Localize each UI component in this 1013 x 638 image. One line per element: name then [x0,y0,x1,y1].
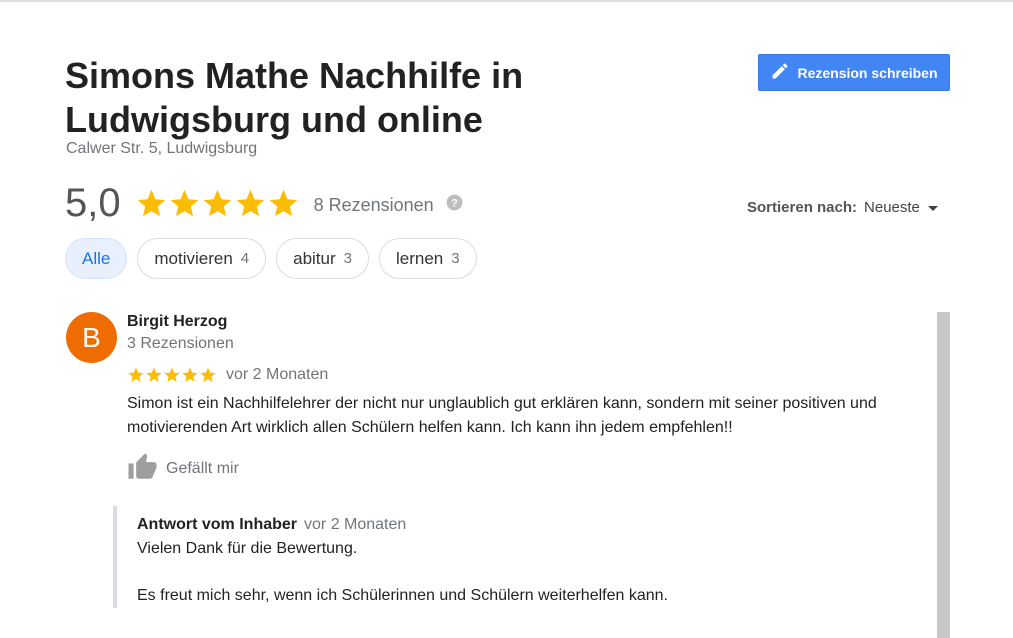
svg-text:?: ? [451,197,458,209]
avatar[interactable]: B [66,312,117,363]
filter-chips: Alle motivieren 4 abitur 3 lernen 3 [65,238,477,279]
sort-dropdown[interactable]: Neueste [864,199,920,216]
filter-chip-abitur[interactable]: abitur 3 [276,238,369,279]
chip-label: lernen [396,248,444,268]
review-count[interactable]: 8 Rezensionen [314,195,434,216]
owner-reply-time: vor 2 Monaten [304,516,407,533]
reviewer-name[interactable]: Birgit Herzog [127,313,227,331]
chip-count: 4 [240,250,250,267]
filter-chip-motivieren[interactable]: motivieren 4 [137,238,267,279]
owner-reply-text: Es freut mich sehr, wenn ich Schülerinne… [137,587,668,604]
star-icon [203,189,231,216]
star-icon [170,189,198,216]
star-icon [236,189,264,216]
top-divider [0,0,1013,2]
write-review-label: Rezension schreiben [797,64,938,81]
star-icon [137,189,165,216]
chip-label: motivieren [154,248,233,268]
chip-count: 3 [451,250,460,267]
owner-reply: Antwort vom Inhaber vor 2 Monaten Vielen… [113,506,913,608]
chip-label: Alle [82,248,111,268]
star-icon [164,367,180,382]
rating-summary: 5,0 8 Rezensionen ? [65,180,464,226]
caret-down-icon[interactable] [927,206,938,211]
filter-chip-lernen[interactable]: lernen 3 [379,238,477,279]
owner-reply-title: Antwort vom Inhaber [137,516,298,533]
filter-chip-alle[interactable]: Alle [65,238,128,279]
pencil-icon [770,61,790,84]
business-address: Calwer Str. 5, Ludwigsburg [66,140,258,157]
star-icon [200,367,216,382]
scrollbar[interactable] [937,312,950,638]
chip-label: abitur [293,248,336,268]
review-text: Simon ist ein Nachhilfelehrer der nicht … [127,395,877,436]
business-title: Simons Mathe Nachhilfe in Ludwigsburg un… [65,55,524,140]
chip-count: 3 [343,250,352,267]
review-rating-row: vor 2 Monaten [127,366,328,384]
star-icon [128,367,144,382]
sort-control[interactable]: Sortieren nach: Neueste [747,199,938,216]
sort-label: Sortieren nach: [747,199,858,216]
rating-stars [135,187,300,220]
thumbs-up-icon [127,452,158,485]
review-time: vor 2 Monaten [226,366,329,383]
star-icon [146,367,162,382]
help-icon[interactable]: ? [445,189,464,217]
star-icon [182,367,198,382]
reviewer-review-count: 3 Rezensionen [127,335,234,352]
reviews-page: Simons Mathe Nachhilfe in Ludwigsburg un… [0,0,1013,638]
review-stars [127,366,217,384]
like-button[interactable]: Gefällt mir [127,452,239,485]
owner-reply-header: Antwort vom Inhaber vor 2 Monaten [137,516,406,534]
like-label: Gefällt mir [166,459,239,477]
average-rating: 5,0 [65,180,121,225]
owner-reply-text: Vielen Dank für die Bewertung. [137,540,358,557]
write-review-button[interactable]: Rezension schreiben [758,54,950,91]
star-icon [269,189,297,216]
